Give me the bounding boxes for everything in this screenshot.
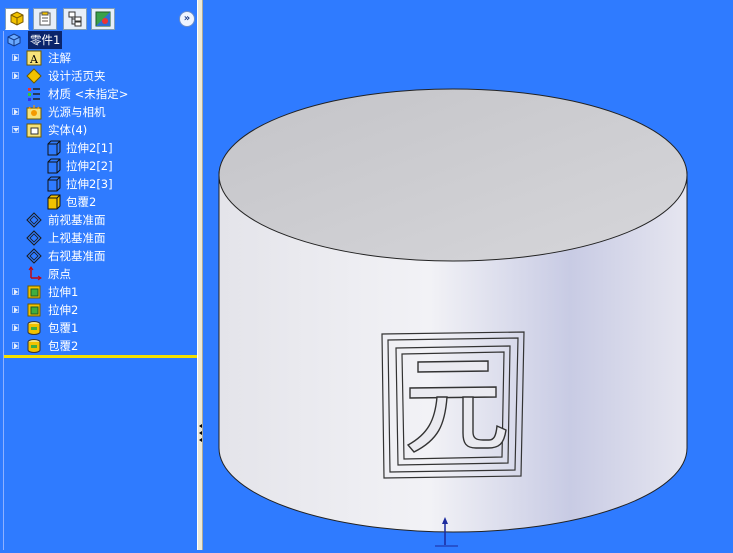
3d-model-view (218, 88, 688, 547)
tree-item-label: 拉伸2[3] (66, 177, 113, 191)
tree-item-label: 设计活页夹 (48, 69, 106, 83)
tree-item-label: 拉伸2[1] (66, 141, 113, 155)
expand-toggle-icon[interactable] (12, 108, 19, 115)
wrap-icon (27, 339, 41, 353)
cylinder-body (218, 88, 688, 533)
configuration-manager-tab[interactable] (63, 8, 87, 30)
wrap-icon (27, 321, 41, 335)
expand-toggle-icon[interactable] (12, 54, 19, 61)
tree-item-label: 上视基准面 (48, 231, 106, 245)
lights-camera-icon (26, 105, 42, 120)
extrude-icon (27, 285, 41, 299)
tree-item-label: 前视基准面 (48, 213, 106, 227)
plane-icon (26, 230, 42, 246)
expand-toggle-icon[interactable] (12, 324, 19, 331)
extrude-icon (27, 303, 41, 317)
tree-item-label: 右视基准面 (48, 249, 106, 263)
panel-tab-bar: » (0, 0, 197, 31)
tree-item-label: 注解 (48, 51, 71, 65)
tree-item-label: 实体(4) (48, 123, 88, 137)
expand-toggle-icon[interactable] (12, 72, 19, 79)
display-manager-tab[interactable] (91, 8, 115, 30)
tree-root-label: 零件1 (28, 31, 63, 49)
body-icon (47, 158, 61, 174)
tree-item-label: 原点 (48, 267, 71, 281)
tree-item-label: 材质 <未指定> (48, 87, 129, 101)
part-icon (7, 33, 21, 47)
property-manager-tab[interactable] (33, 8, 57, 30)
expand-toggle-icon[interactable] (12, 306, 19, 313)
display-manager-icon (95, 11, 111, 27)
expand-toggle-icon[interactable] (12, 288, 19, 295)
feature-manager-pane: » 零件1 A 注解 设计活页夹 材质 <未指定> 光源与相机 实体(4) 拉伸… (0, 0, 197, 550)
tree-item-label: 拉伸2 (48, 303, 79, 317)
tree-item-label: 拉伸1 (48, 285, 79, 299)
tree-item-label: 包覆2 (48, 339, 79, 353)
body-icon (47, 140, 61, 156)
lower-pane (4, 358, 197, 550)
tree-item-label: 拉伸2[2] (66, 159, 113, 173)
plane-icon (26, 248, 42, 264)
material-icon (28, 88, 40, 101)
expand-panel-button[interactable]: » (179, 11, 195, 27)
configuration-manager-icon (68, 11, 82, 27)
feature-tree: 零件1 A 注解 设计活页夹 材质 <未指定> 光源与相机 实体(4) 拉伸2[… (4, 31, 197, 356)
tree-item-label: 光源与相机 (48, 105, 106, 119)
design-binder-icon (26, 68, 42, 84)
graphics-area[interactable] (203, 0, 733, 550)
origin-icon (28, 266, 42, 281)
plane-icon (26, 212, 42, 228)
solid-bodies-icon (26, 123, 42, 138)
body-icon (47, 176, 61, 192)
tree-item-label: 包覆2 (66, 195, 97, 209)
expand-toggle-icon[interactable] (12, 342, 19, 349)
collapse-toggle-icon[interactable] (12, 126, 19, 133)
feature-manager-icon (10, 11, 24, 26)
feature-manager-tab[interactable] (5, 8, 29, 30)
wrap-body-icon (47, 194, 61, 210)
tree-item-label: 包覆1 (48, 321, 79, 335)
svg-text:A: A (29, 53, 39, 66)
property-manager-icon (39, 11, 51, 26)
annotation-icon: A (26, 50, 42, 66)
